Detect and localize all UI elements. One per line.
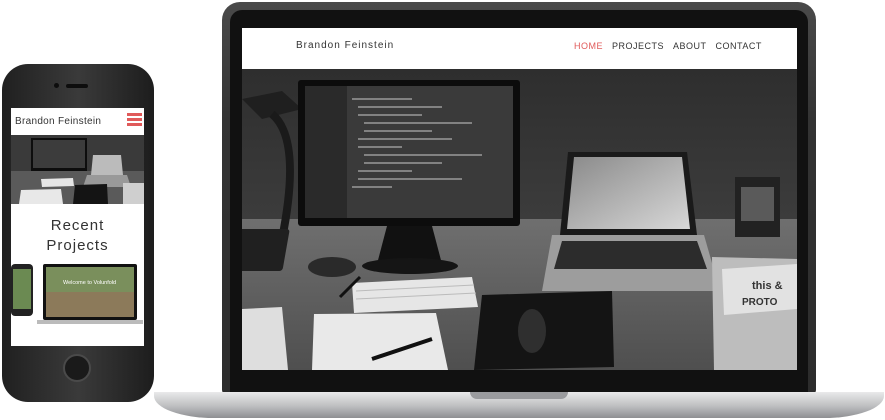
- heading-line-2: Projects: [46, 237, 109, 254]
- site-header: Brandon Feinstein HOME PROJECTS ABOUT CO…: [242, 28, 797, 70]
- laptop-notch: [470, 392, 568, 399]
- nav-contact[interactable]: CONTACT: [716, 41, 762, 51]
- nav-projects[interactable]: PROJECTS: [612, 41, 664, 51]
- site-brand[interactable]: Brandon Feinstein: [296, 40, 394, 51]
- svg-text:PROTO: PROTO: [742, 297, 778, 308]
- mobile-hero-image: [11, 135, 144, 204]
- nav-home[interactable]: HOME: [574, 41, 603, 51]
- project-thumbnail[interactable]: [11, 264, 144, 324]
- mobile-brand[interactable]: Brandon Feinstein: [15, 116, 101, 127]
- phone-speaker: [66, 84, 88, 88]
- phone-home-button[interactable]: [63, 354, 91, 382]
- heading-line-1: Recent: [50, 217, 105, 234]
- svg-text:this &: this &: [752, 280, 783, 292]
- main-nav: HOME PROJECTS ABOUT CONTACT: [574, 41, 762, 51]
- phone-camera: [54, 83, 59, 88]
- hero-image: this & PROTO: [242, 69, 797, 370]
- nav-about[interactable]: ABOUT: [673, 41, 707, 51]
- hamburger-menu-icon[interactable]: [127, 113, 142, 126]
- laptop-screen: Brandon Feinstein HOME PROJECTS ABOUT CO…: [242, 28, 797, 370]
- phone-screen: Brandon Feinstein Recent Projects Welcom…: [11, 108, 144, 346]
- recent-projects-heading: Recent Projects: [11, 216, 144, 256]
- project-tagline: Welcome to Volunfold: [63, 280, 117, 286]
